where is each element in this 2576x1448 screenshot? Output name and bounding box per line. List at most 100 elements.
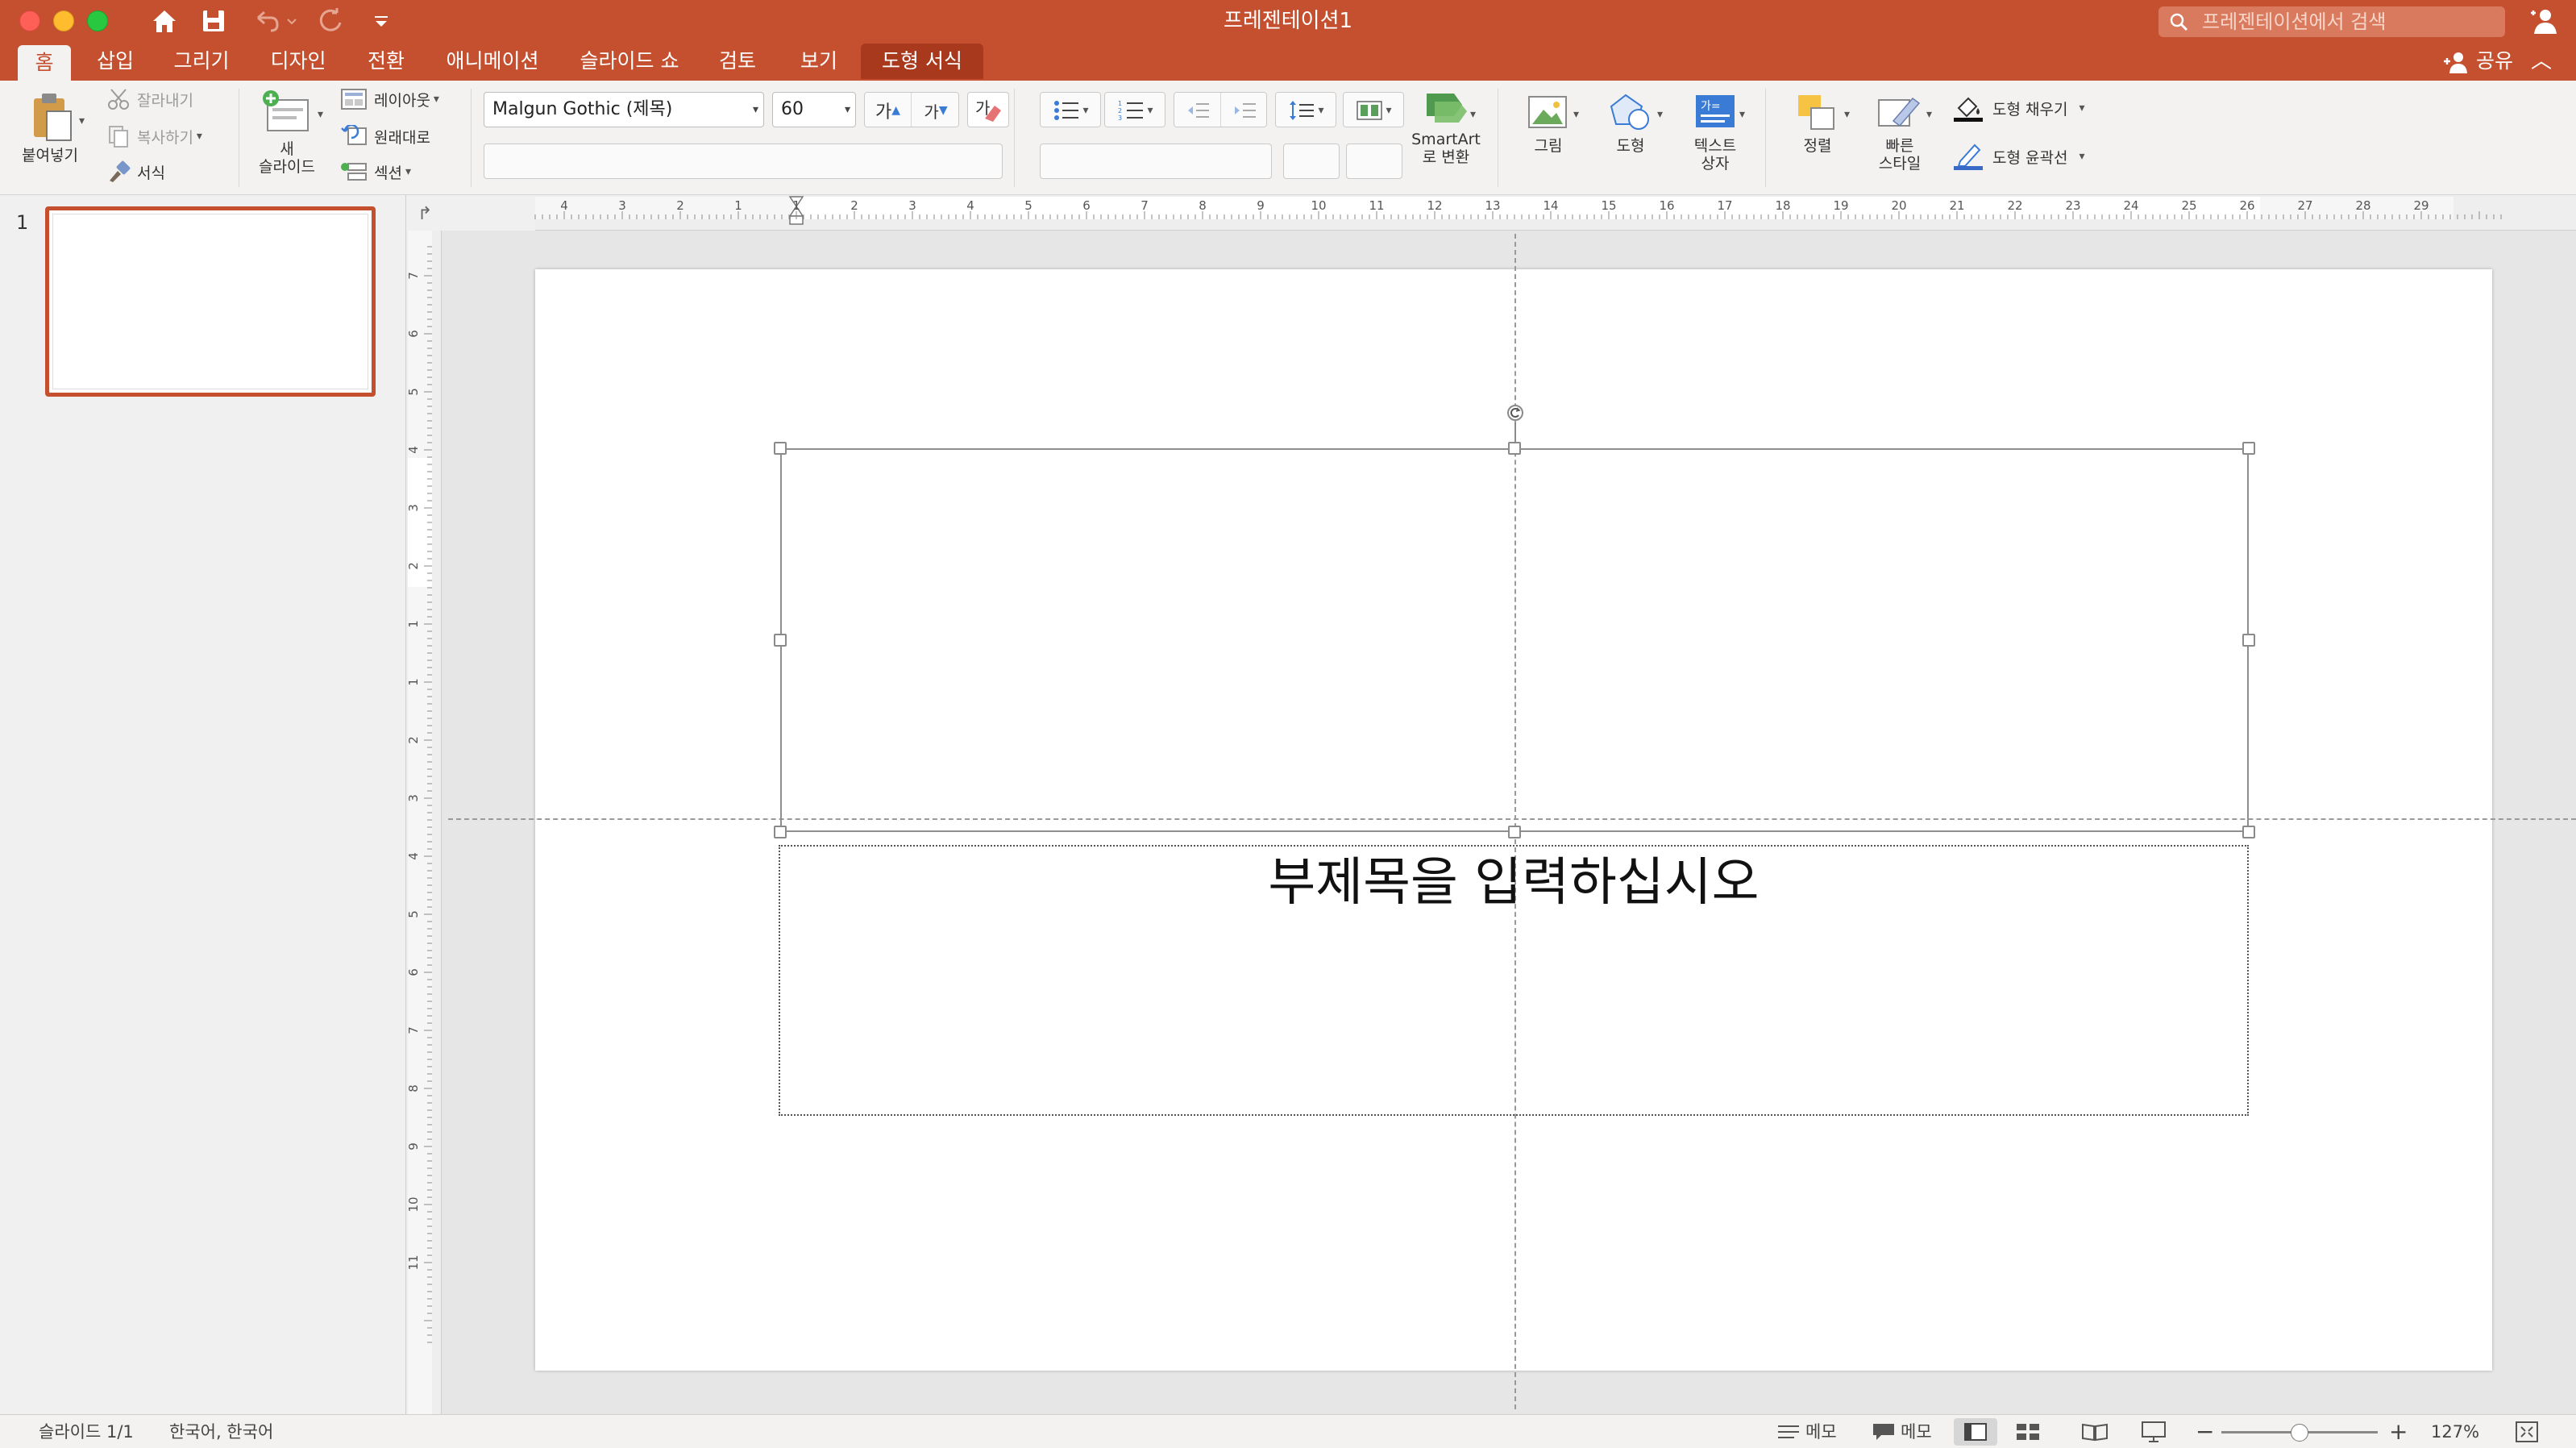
columns-button[interactable]: ▾ (1344, 93, 1403, 127)
clear-formatting-button[interactable]: 가 (967, 92, 1009, 127)
slide-sorter-button[interactable] (2015, 1415, 2041, 1448)
redo-icon[interactable] (316, 6, 345, 35)
close-window-button[interactable] (19, 10, 40, 31)
account-icon[interactable] (2528, 6, 2560, 35)
vertical-ruler[interactable]: 7 6 5 4 3 2 1 1 2 3 4 5 6 7 8 9 10 11 (406, 231, 442, 1414)
smartart-dropdown-icon[interactable]: ▾ (1470, 108, 1476, 121)
quick-styles-button[interactable]: 빠른 스타일 (1862, 92, 1938, 173)
line-spacing-button[interactable]: ▾ (1276, 93, 1336, 127)
alignment-group (1040, 144, 1272, 179)
paste-dropdown-icon[interactable]: ▾ (79, 114, 85, 127)
normal-view-button[interactable] (1954, 1418, 1997, 1446)
resize-handle-top-left[interactable] (774, 442, 787, 455)
save-icon[interactable] (200, 6, 227, 35)
copy-dropdown-icon[interactable]: ▾ (197, 130, 202, 143)
grow-font-button[interactable]: 가 ▲ (865, 93, 912, 127)
home-icon[interactable] (150, 6, 179, 35)
undo-icon[interactable] (250, 6, 282, 35)
tab-review[interactable]: 검토 (704, 44, 771, 79)
minimize-window-button[interactable] (53, 10, 74, 31)
shrink-font-button[interactable]: 가 ▼ (912, 93, 958, 127)
columns-dropdown-icon[interactable]: ▾ (1386, 104, 1391, 117)
text-box-button[interactable]: 가= 텍스트 상자 (1676, 92, 1754, 173)
rotate-handle-icon[interactable] (1506, 403, 1525, 422)
zoom-window-button[interactable] (87, 10, 108, 31)
new-slide-dropdown-icon[interactable]: ▾ (318, 108, 323, 121)
zoom-out-button[interactable]: − (2196, 1415, 2214, 1448)
tab-animations[interactable]: 애니메이션 (434, 44, 551, 79)
tab-transitions[interactable]: 전환 (355, 44, 418, 79)
numbering-dropdown-icon[interactable]: ▾ (1147, 104, 1153, 117)
arrange-button[interactable]: 정렬 (1780, 92, 1855, 155)
reset-button[interactable]: 원래대로 (340, 124, 430, 148)
font-size-dropdown-icon[interactable]: ▾ (845, 93, 850, 127)
notes-button[interactable]: 메모 (1776, 1415, 1837, 1448)
numbering-button[interactable]: 1 2 3 ▾ (1105, 93, 1165, 127)
tab-slideshow[interactable]: 슬라이드 쇼 (571, 44, 688, 79)
reading-view-button[interactable] (2081, 1415, 2109, 1448)
shape-outline-button[interactable]: 도형 윤곽선 ▾ (1952, 142, 2084, 171)
section-dropdown-icon[interactable]: ▾ (405, 165, 411, 178)
line-spacing-dropdown-icon[interactable]: ▾ (1318, 104, 1323, 117)
copy-button[interactable]: 복사하기 ▾ (106, 124, 202, 148)
resize-handle-top-right[interactable] (2242, 442, 2255, 455)
title-placeholder[interactable] (780, 448, 2249, 832)
bullets-button[interactable]: ▾ (1041, 93, 1100, 127)
increase-indent-button[interactable] (1221, 93, 1266, 127)
resize-handle-left[interactable] (774, 634, 787, 647)
tab-home[interactable]: 홈 (18, 45, 71, 81)
picture-button[interactable]: 그림 (1512, 92, 1585, 155)
font-size-combo[interactable]: 60 ▾ (772, 92, 856, 127)
cut-button[interactable]: 잘라내기 (106, 87, 193, 111)
subtitle-placeholder[interactable]: 부제목을 입력하십시오 (779, 845, 2249, 1116)
customize-toolbar-icon[interactable] (371, 6, 392, 35)
paste-button[interactable]: ▾ 붙여넣기 (13, 89, 87, 164)
new-slide-button[interactable]: 새 슬라이드 (243, 89, 330, 176)
collapse-ribbon-icon[interactable]: ︿ (2531, 47, 2552, 76)
shape-fill-button[interactable]: 도형 채우기 ▾ (1952, 94, 2084, 123)
font-name-combo[interactable]: Malgun Gothic (제목) ▾ (484, 92, 764, 127)
arrange-dropdown-icon[interactable]: ▾ (1844, 108, 1850, 121)
resize-handle-bottom-left[interactable] (774, 826, 787, 838)
picture-dropdown-icon[interactable]: ▾ (1573, 108, 1579, 121)
quick-styles-dropdown-icon[interactable]: ▾ (1926, 108, 1932, 121)
search-input[interactable] (2202, 10, 2492, 34)
zoom-level[interactable]: 127% (2431, 1415, 2479, 1448)
tab-stop-icon[interactable]: ↱ (418, 204, 432, 224)
language-indicator[interactable]: 한국어, 한국어 (169, 1415, 273, 1448)
zoom-slider-thumb[interactable] (2291, 1424, 2308, 1442)
tab-shape-format[interactable]: 도형 서식 (861, 44, 983, 79)
tab-view[interactable]: 보기 (787, 44, 851, 79)
resize-handle-right[interactable] (2242, 634, 2255, 647)
tab-design[interactable]: 디자인 (260, 44, 337, 79)
layout-button[interactable]: 레이아웃 ▾ (340, 87, 439, 111)
shapes-button[interactable]: 도형 (1594, 92, 1667, 155)
decrease-indent-button[interactable] (1174, 93, 1221, 127)
comments-button[interactable]: 메모 (1872, 1415, 1932, 1448)
resize-handle-top[interactable] (1508, 442, 1521, 455)
shape-outline-dropdown-icon[interactable]: ▾ (2079, 150, 2084, 163)
fit-to-window-button[interactable] (2515, 1415, 2539, 1448)
tab-insert[interactable]: 삽입 (84, 44, 147, 79)
shapes-dropdown-icon[interactable]: ▾ (1657, 108, 1663, 121)
undo-dropdown-icon[interactable] (284, 6, 300, 35)
font-name-dropdown-icon[interactable]: ▾ (753, 93, 758, 127)
resize-handle-bottom[interactable] (1508, 826, 1521, 838)
zoom-in-button[interactable]: + (2389, 1415, 2408, 1448)
shape-fill-dropdown-icon[interactable]: ▾ (2079, 102, 2084, 114)
search-box[interactable] (2158, 6, 2505, 37)
layout-dropdown-icon[interactable]: ▾ (434, 93, 439, 106)
slideshow-button[interactable] (2141, 1415, 2167, 1448)
bullets-dropdown-icon[interactable]: ▾ (1082, 104, 1088, 117)
tab-draw[interactable]: 그리기 (163, 44, 240, 79)
horizontal-ruler[interactable]: ↱ 4 3 2 1 1 2 3 4 5 6 7 8 9 10 11 12 13 14 15 16 17 18 19 20 21 2… (406, 195, 2576, 231)
ruler-label: 10 (406, 1196, 421, 1212)
paste-label: 붙여넣기 (22, 147, 78, 164)
convert-to-smartart-button[interactable]: SmartArt 로 변환 (1409, 89, 1483, 166)
section-button[interactable]: 섹션 ▾ (340, 160, 411, 184)
resize-handle-bottom-right[interactable] (2242, 826, 2255, 838)
format-painter-button[interactable]: 서식 (106, 160, 165, 184)
slide-thumbnail-1[interactable] (45, 206, 376, 397)
share-button[interactable]: 공유 (2442, 47, 2513, 76)
text-box-dropdown-icon[interactable]: ▾ (1739, 108, 1745, 121)
